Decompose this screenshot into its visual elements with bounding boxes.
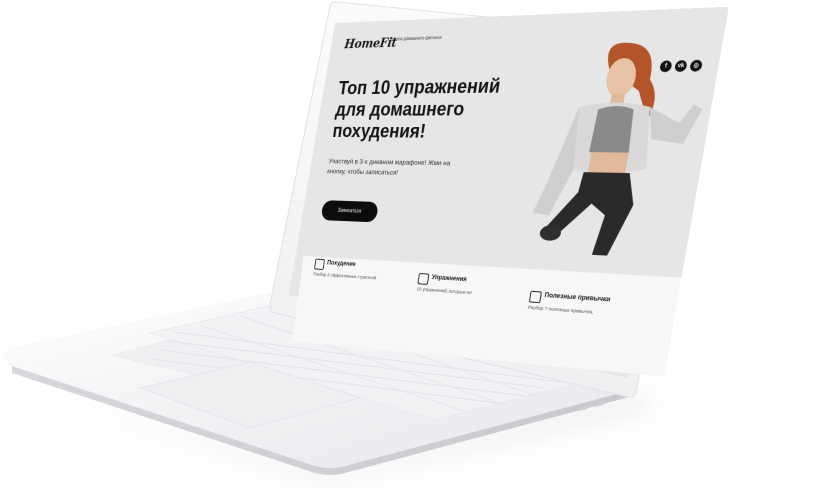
- feature-title: Упражнения: [431, 274, 468, 284]
- signup-button[interactable]: Записаться: [320, 200, 379, 223]
- feature-text: 10 упражнений, которые не: [416, 286, 473, 296]
- hero-section: HomeFit Школа домашнего фитнеса f vk ◎ Т…: [303, 6, 729, 278]
- feature-text: Разбор 7 полезных привычек,: [527, 304, 594, 315]
- scale-icon: [314, 258, 326, 271]
- feature-title: Полезные привычки: [543, 292, 611, 304]
- brand-tagline: Школа домашнего фитнеса: [390, 34, 442, 42]
- laptop-screen: HomeFit Школа домашнего фитнеса f vk ◎ Т…: [292, 6, 729, 377]
- bottle-icon: [528, 290, 543, 304]
- hero-subtext: Участвуй в 3-х дневном марафоне! Жми на …: [326, 158, 451, 177]
- dumbbell-icon: [417, 272, 430, 285]
- feature-title: Похудение: [326, 260, 357, 268]
- hero-headline: Топ 10 упражнений для домашнего похудени…: [331, 75, 502, 142]
- brand-logo[interactable]: HomeFit: [344, 35, 398, 51]
- feature-text: Разбор 3 эффективных стратегий: [313, 271, 377, 281]
- fitness-model-photo: [532, 41, 704, 257]
